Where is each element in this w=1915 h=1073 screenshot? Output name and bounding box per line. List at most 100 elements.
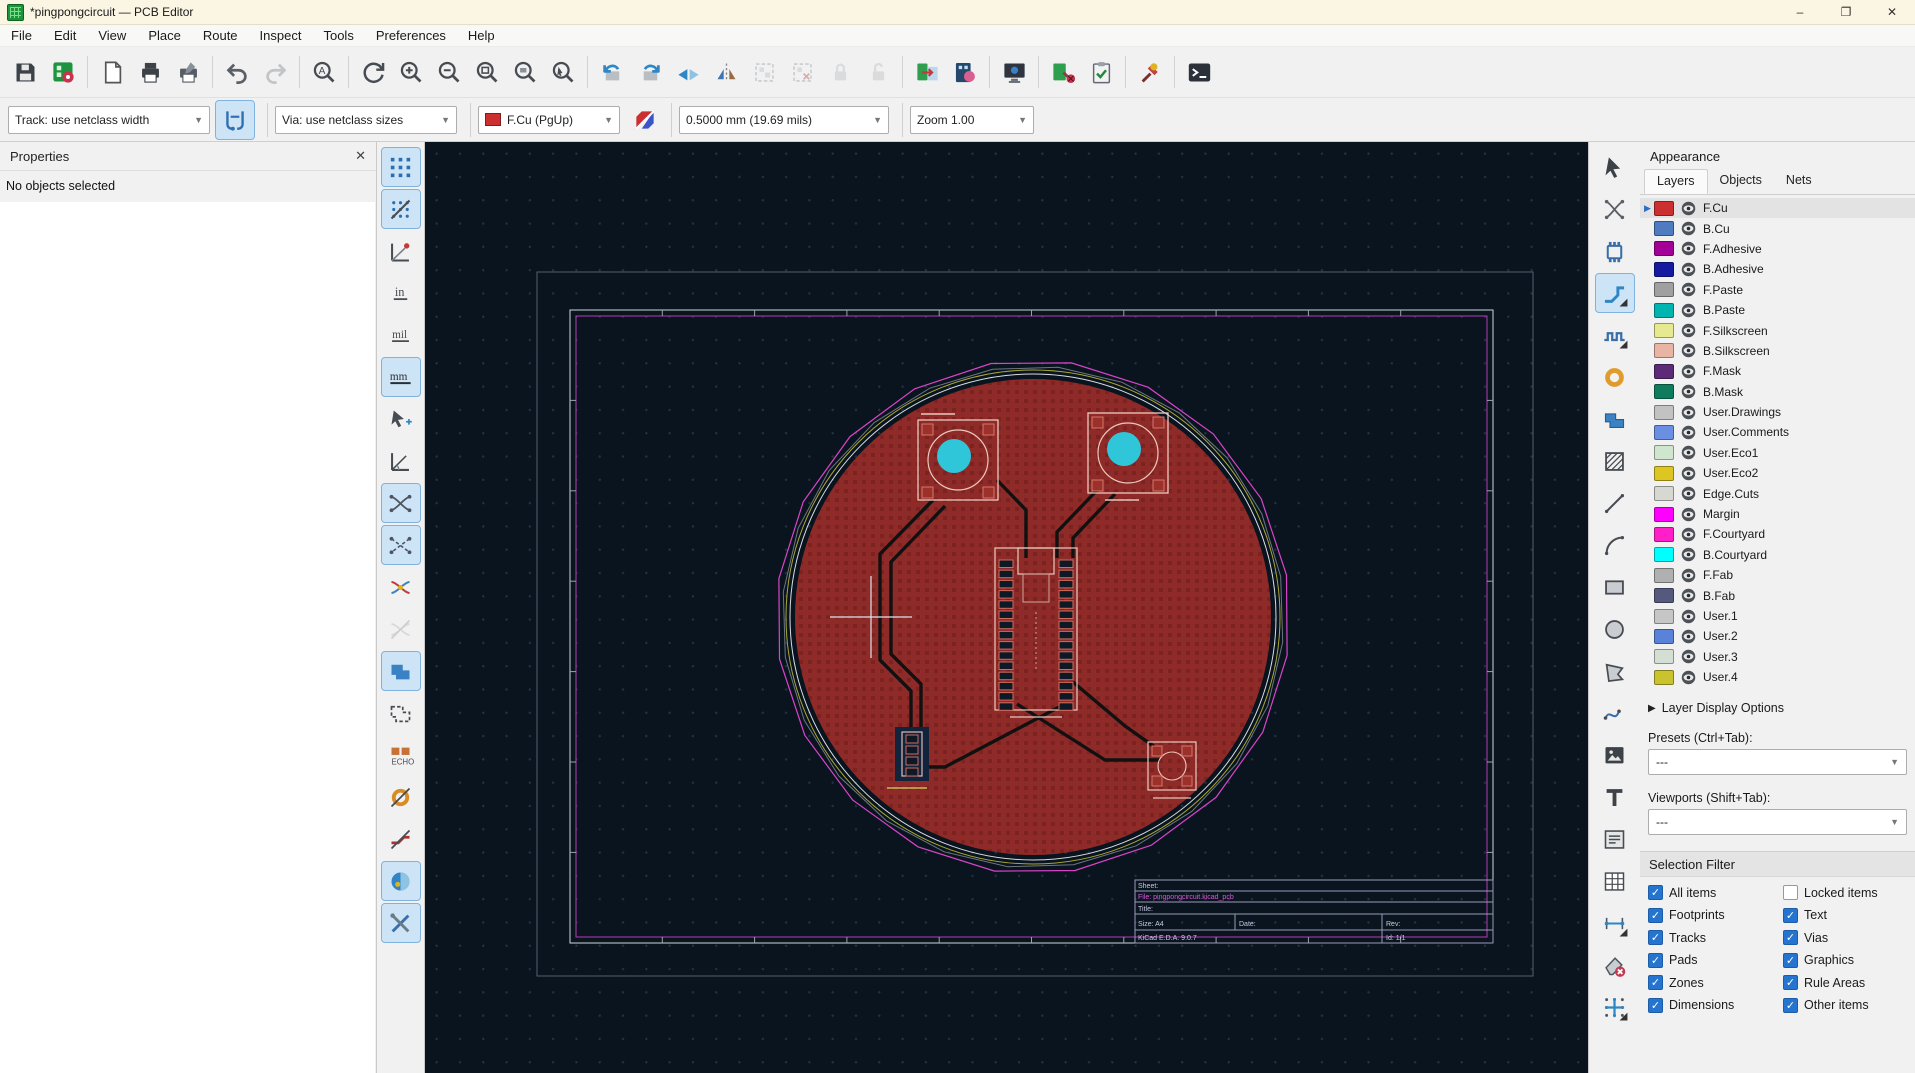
- menu-place[interactable]: Place: [137, 27, 192, 44]
- layer-color-swatch[interactable]: [1654, 343, 1674, 359]
- layer-row-user-2[interactable]: User.2: [1640, 626, 1915, 646]
- undo-button[interactable]: [218, 53, 256, 91]
- layer-color-swatch[interactable]: [1654, 506, 1674, 522]
- checkbox[interactable]: ✓: [1648, 885, 1663, 901]
- layer-row-b-mask[interactable]: B.Mask: [1640, 382, 1915, 402]
- checkbox[interactable]: ✓: [1648, 975, 1663, 991]
- zoom-selection-button[interactable]: [544, 53, 582, 91]
- layer-color-swatch[interactable]: [1654, 649, 1674, 665]
- layer-color-swatch[interactable]: [1654, 221, 1674, 237]
- eye-icon[interactable]: [1681, 405, 1696, 420]
- eye-icon[interactable]: [1681, 364, 1696, 379]
- filter-rule-areas[interactable]: ✓ Rule Areas: [1783, 975, 1915, 991]
- track-display-button[interactable]: [382, 820, 420, 858]
- minimize-button[interactable]: –: [1777, 0, 1823, 24]
- unlock-button[interactable]: [859, 53, 897, 91]
- menu-inspect[interactable]: Inspect: [249, 27, 313, 44]
- add-zone-button[interactable]: [1596, 400, 1634, 438]
- layer-color-swatch[interactable]: [1654, 261, 1674, 277]
- layer-row-margin[interactable]: Margin: [1640, 504, 1915, 524]
- eye-icon[interactable]: [1681, 343, 1696, 358]
- local-ratsnest-button[interactable]: [1596, 190, 1634, 228]
- drc-report-button[interactable]: [1082, 53, 1120, 91]
- rotate-ccw-button[interactable]: [593, 53, 631, 91]
- flip-board-view-button[interactable]: [669, 53, 707, 91]
- checkbox[interactable]: ✓: [1783, 930, 1798, 946]
- filter-pads[interactable]: ✓ Pads: [1648, 952, 1783, 968]
- eye-icon[interactable]: [1681, 303, 1696, 318]
- layer-color-swatch[interactable]: [1654, 241, 1674, 257]
- layer-row-f-fab[interactable]: F.Fab: [1640, 565, 1915, 585]
- eye-icon[interactable]: [1681, 486, 1696, 501]
- layer-color-swatch[interactable]: [1654, 282, 1674, 298]
- group-button[interactable]: [745, 53, 783, 91]
- eye-icon[interactable]: [1681, 221, 1696, 236]
- layer-row-f-paste[interactable]: F.Paste: [1640, 280, 1915, 300]
- filter-all-items[interactable]: ✓ All items: [1648, 885, 1783, 901]
- tab-layers[interactable]: Layers: [1644, 169, 1708, 194]
- pad-display-button[interactable]: ECHO: [382, 736, 420, 774]
- eye-icon[interactable]: [1681, 527, 1696, 542]
- tune-length-button[interactable]: [1596, 316, 1634, 354]
- layer-color-swatch[interactable]: [1654, 567, 1674, 583]
- units-inches-button[interactable]: in: [382, 274, 420, 312]
- grid-origin-button[interactable]: [1596, 988, 1634, 1026]
- high-contrast-button[interactable]: [380, 861, 421, 901]
- show-3d-viewer-button[interactable]: [995, 53, 1033, 91]
- menu-view[interactable]: View: [87, 27, 137, 44]
- rule-area-button[interactable]: [1596, 442, 1634, 480]
- add-textbox-button[interactable]: [1596, 820, 1634, 858]
- grid-show-button[interactable]: [380, 147, 421, 187]
- close-button[interactable]: ✕: [1869, 0, 1915, 24]
- layer-color-swatch[interactable]: [1654, 669, 1674, 685]
- delete-tool-button[interactable]: [1596, 946, 1634, 984]
- units-mm-button[interactable]: mm: [380, 357, 421, 397]
- layer-row-b-courtyard[interactable]: B.Courtyard: [1640, 545, 1915, 565]
- zoom-in-button[interactable]: [392, 53, 430, 91]
- filter-dimensions[interactable]: ✓ Dimensions: [1648, 997, 1783, 1013]
- filter-vias[interactable]: ✓ Vias: [1783, 930, 1915, 946]
- layer-color-swatch[interactable]: [1654, 486, 1674, 502]
- eye-icon[interactable]: [1681, 568, 1696, 583]
- layer-row-b-paste[interactable]: B.Paste: [1640, 300, 1915, 320]
- track-width-mode-button[interactable]: [215, 99, 255, 140]
- add-text-button[interactable]: [1596, 778, 1634, 816]
- menu-edit[interactable]: Edit: [43, 27, 87, 44]
- checkbox[interactable]: [1783, 885, 1798, 901]
- add-via-button[interactable]: [1596, 358, 1634, 396]
- layer-row-f-adhesive[interactable]: F.Adhesive: [1640, 239, 1915, 259]
- viewports-select[interactable]: --- ▼: [1648, 809, 1907, 836]
- draw-bezier-button[interactable]: [1596, 694, 1634, 732]
- layer-row-edge-cuts[interactable]: Edge.Cuts: [1640, 483, 1915, 503]
- presets-select[interactable]: --- ▼: [1648, 749, 1907, 776]
- eye-icon[interactable]: [1681, 282, 1696, 297]
- add-dimension-button[interactable]: [1596, 904, 1634, 942]
- tab-objects[interactable]: Objects: [1708, 169, 1774, 194]
- layer-row-b-fab[interactable]: B.Fab: [1640, 585, 1915, 605]
- units-mils-button[interactable]: mil: [382, 316, 420, 354]
- filter-tracks[interactable]: ✓ Tracks: [1648, 930, 1783, 946]
- menu-tools[interactable]: Tools: [312, 27, 364, 44]
- draw-circle-button[interactable]: [1596, 610, 1634, 648]
- layer-color-swatch[interactable]: [1654, 628, 1674, 644]
- properties-toggle-button[interactable]: [380, 903, 421, 943]
- eye-icon[interactable]: [1681, 262, 1696, 277]
- ratsnest-lines-button[interactable]: [380, 525, 421, 565]
- draw-polygon-button[interactable]: [1596, 652, 1634, 690]
- lock-button[interactable]: [821, 53, 859, 91]
- checkbox[interactable]: ✓: [1648, 930, 1663, 946]
- pcb-canvas[interactable]: Sheet: File: pingpongcircuit.kicad_pcb T…: [425, 142, 1588, 1073]
- checkbox[interactable]: ✓: [1783, 952, 1798, 968]
- active-layer-select[interactable]: F.Cu (PgUp) ▼: [478, 105, 620, 134]
- properties-close-icon[interactable]: ✕: [355, 148, 366, 164]
- layer-row-user-drawings[interactable]: User.Drawings: [1640, 402, 1915, 422]
- filter-text[interactable]: ✓ Text: [1783, 907, 1915, 923]
- eye-icon[interactable]: [1681, 384, 1696, 399]
- filter-graphics[interactable]: ✓ Graphics: [1783, 952, 1915, 968]
- via-display-button[interactable]: [382, 778, 420, 816]
- menu-help[interactable]: Help: [457, 27, 506, 44]
- eye-icon[interactable]: [1681, 201, 1696, 216]
- maximize-button[interactable]: ❐: [1823, 0, 1869, 24]
- layer-color-swatch[interactable]: [1654, 547, 1674, 563]
- filter-locked-items[interactable]: Locked items: [1783, 885, 1915, 901]
